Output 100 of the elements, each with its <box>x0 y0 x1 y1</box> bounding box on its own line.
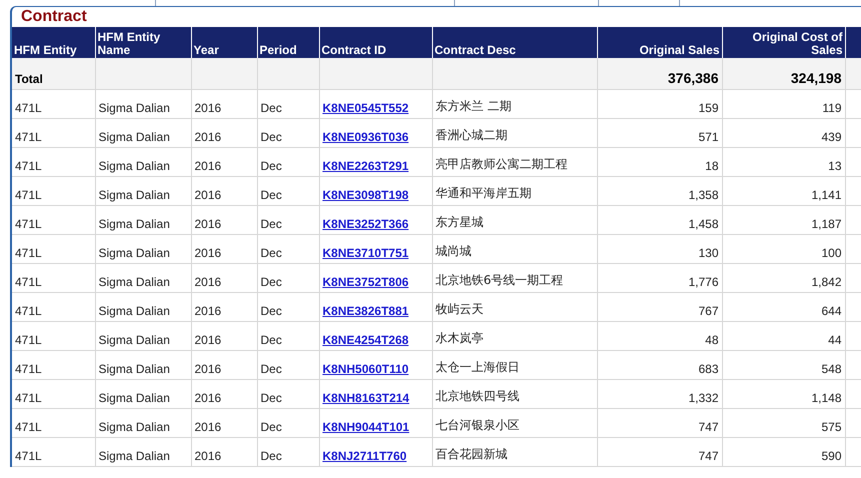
table-cell: 1,148 <box>722 380 845 408</box>
total-label: Total <box>12 58 95 90</box>
table-cell: 2016 <box>191 206 257 234</box>
table-cell: 747 <box>597 438 722 466</box>
table-cell: 683 <box>597 350 722 380</box>
table-cell: Dec <box>257 322 319 350</box>
contract-id-link[interactable]: K8NE4254T268 <box>322 333 409 347</box>
table-cell: Sigma Dalian <box>95 206 191 234</box>
panel-title: Contract <box>20 7 88 27</box>
table-cell: Dec <box>257 206 319 234</box>
table-cell: 七台河银泉小区 <box>432 408 597 438</box>
table-cell: 东方米兰 二期 <box>432 90 597 118</box>
total-value: 324,198 <box>722 58 845 90</box>
table-cell: 1,358 <box>597 176 722 206</box>
table-cell: 100 <box>722 234 845 264</box>
table-cell: Sigma Dalian <box>95 118 191 148</box>
contract-id-link[interactable]: K8NH8163T214 <box>322 391 410 405</box>
column-header[interactable]: Contract ID <box>319 27 432 58</box>
table-cell: Sigma Dalian <box>95 176 191 206</box>
table-cell: 644 <box>722 292 845 322</box>
table-cell: 471L <box>12 438 95 466</box>
table-cell: 1,332 <box>597 380 722 408</box>
table-cell: 767 <box>597 292 722 322</box>
contract-id-link[interactable]: K8NH5060T110 <box>322 362 409 376</box>
column-header[interactable]: Contract Desc <box>432 27 597 58</box>
table-cell: 2016 <box>191 176 257 206</box>
table-cell: 548 <box>722 350 845 380</box>
contract-id-link[interactable]: K8NE3710T751 <box>322 246 409 260</box>
table-cell: 471L <box>12 176 95 206</box>
contract-id-link[interactable]: K8NE0545T552 <box>322 101 409 115</box>
table-cell: Dec <box>257 408 319 438</box>
table-cell: 百合花园新城 <box>432 438 597 466</box>
table-cell: Dec <box>257 118 319 148</box>
column-header[interactable]: Original Sales <box>597 27 722 58</box>
table-cell: 太仓一上海假日 <box>432 350 597 380</box>
contract-id-link[interactable]: K8NE2263T291 <box>322 159 409 173</box>
column-header[interactable]: Period <box>257 27 319 58</box>
table-cell: Sigma Dalian <box>95 234 191 264</box>
table-cell: 471L <box>12 292 95 322</box>
table-cell: 2016 <box>191 234 257 264</box>
table-cell: Sigma Dalian <box>95 292 191 322</box>
table-cell: 城尚城 <box>432 234 597 264</box>
table-cell: Dec <box>257 438 319 466</box>
contract-id-link[interactable]: K8NE3252T366 <box>322 217 409 231</box>
table-cell: Dec <box>257 148 319 176</box>
table-cell: 香洲心城二期 <box>432 118 597 148</box>
table-cell: 471L <box>12 322 95 350</box>
contract-id-link[interactable]: K8NE3752T806 <box>322 275 409 289</box>
table-cell: 水木岚亭 <box>432 322 597 350</box>
table-cell: 东方星城 <box>432 206 597 234</box>
column-header[interactable]: Year <box>191 27 257 58</box>
table-cell: 471L <box>12 408 95 438</box>
table-cell: 1,187 <box>722 206 845 234</box>
table-cell: 471L <box>12 264 95 292</box>
table-cell: 18 <box>597 148 722 176</box>
table-cell: 北京地铁6号线一期工程 <box>432 264 597 292</box>
table-cell: 747 <box>597 408 722 438</box>
table-cell: 2016 <box>191 292 257 322</box>
table-cell: 1,458 <box>597 206 722 234</box>
contract-id-link[interactable]: K8NE3098T198 <box>322 188 409 202</box>
column-header[interactable]: HFM Entity Name <box>95 27 191 58</box>
table-cell: Dec <box>257 380 319 408</box>
table-cell: 2016 <box>191 408 257 438</box>
table-cell: 2016 <box>191 118 257 148</box>
table-cell: 471L <box>12 206 95 234</box>
contract-id-link[interactable]: K8NH9044T101 <box>322 420 410 434</box>
table-cell: 华通和平海岸五期 <box>432 176 597 206</box>
table-cell: 471L <box>12 90 95 118</box>
contract-id-link[interactable]: K8NE3826T881 <box>322 304 409 318</box>
table-cell: Dec <box>257 292 319 322</box>
table-cell: 2016 <box>191 90 257 118</box>
contract-id-link[interactable]: K8NJ2711T760 <box>322 449 407 463</box>
table-cell: 2016 <box>191 380 257 408</box>
total-value: 376,386 <box>597 58 722 90</box>
table-cell: 159 <box>597 90 722 118</box>
contract-id-link[interactable]: K8NE0936T036 <box>322 130 409 144</box>
table-cell: 1,141 <box>722 176 845 206</box>
column-header[interactable]: Original Cost of Sales <box>722 27 845 58</box>
table-cell: 439 <box>722 118 845 148</box>
table-cell: 北京地铁四号线 <box>432 380 597 408</box>
table-cell: 471L <box>12 118 95 148</box>
table-cell: 2016 <box>191 264 257 292</box>
table-cell: 48 <box>597 322 722 350</box>
table-cell: 575 <box>722 408 845 438</box>
table-cell: 13 <box>722 148 845 176</box>
table-cell: 2016 <box>191 148 257 176</box>
table-cell: 471L <box>12 234 95 264</box>
table-cell: 2016 <box>191 350 257 380</box>
table-cell: 571 <box>597 118 722 148</box>
table-cell: Dec <box>257 176 319 206</box>
table-cell: 590 <box>722 438 845 466</box>
table-cell: Sigma Dalian <box>95 350 191 380</box>
table-cell: 471L <box>12 350 95 380</box>
table-cell: 2016 <box>191 438 257 466</box>
table-cell: 亮甲店教师公寓二期工程 <box>432 148 597 176</box>
table-cell: 471L <box>12 380 95 408</box>
table-cell: Sigma Dalian <box>95 90 191 118</box>
table-cell: Sigma Dalian <box>95 438 191 466</box>
table-cell: Dec <box>257 234 319 264</box>
column-header[interactable]: HFM Entity <box>12 27 95 58</box>
